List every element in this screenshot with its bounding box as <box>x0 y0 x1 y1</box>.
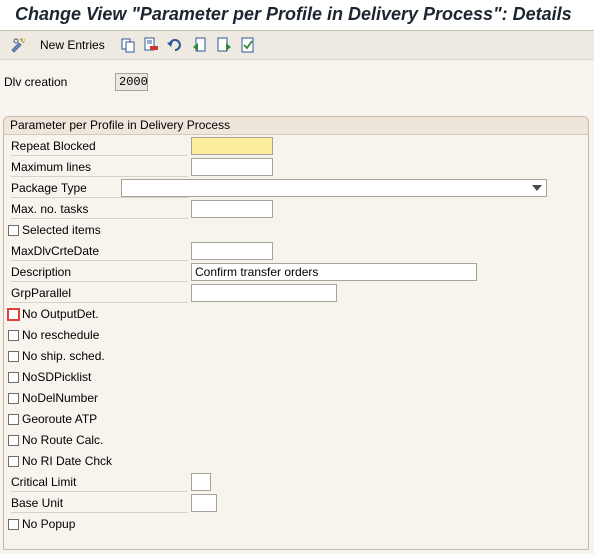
georoute-atp-checkbox-row[interactable]: Georoute ATP <box>8 411 97 427</box>
description-label: Description <box>11 264 188 282</box>
undo-button[interactable] <box>167 37 183 53</box>
select-all-button[interactable] <box>240 37 256 53</box>
base-unit-label: Base Unit <box>11 495 188 513</box>
no-ri-date-chck-label: No RI Date Chck <box>22 454 113 468</box>
no-route-calc-checkbox-row[interactable]: No Route Calc. <box>8 432 103 448</box>
no-popup-checkbox-row[interactable]: No Popup <box>8 516 75 532</box>
selected-items-label: Selected items <box>22 223 101 237</box>
selected-items-checkbox-row[interactable]: Selected items <box>8 222 101 238</box>
no-reschedule-label: No reschedule <box>22 328 100 342</box>
group-title: Parameter per Profile in Delivery Proces… <box>4 117 588 135</box>
selected-items-checkbox[interactable] <box>8 224 19 236</box>
maximum-lines-field[interactable] <box>191 158 273 176</box>
maxdlvcrtedate-field[interactable] <box>191 242 273 260</box>
repeat-blocked-field[interactable] <box>191 137 273 155</box>
no-ri-date-chck-checkbox[interactable] <box>8 455 19 467</box>
base-unit-field[interactable] <box>191 494 217 512</box>
no-route-calc-checkbox[interactable] <box>8 434 19 446</box>
no-route-calc-label: No Route Calc. <box>22 433 104 447</box>
delete-button[interactable] <box>143 37 159 53</box>
repeat-blocked-label: Repeat Blocked <box>11 138 188 156</box>
chevron-down-icon <box>532 185 542 191</box>
grpparallel-field[interactable] <box>191 284 337 302</box>
maximum-lines-label: Maximum lines <box>11 159 188 177</box>
delete-icon <box>143 37 159 53</box>
nosdpicklist-label: NoSDPicklist <box>22 370 92 384</box>
maxdlvcrtedate-label: MaxDlvCrteDate <box>11 243 188 261</box>
no-popup-checkbox[interactable] <box>8 518 19 530</box>
title-bar: Change View "Parameter per Profile in De… <box>0 0 594 31</box>
nodelnumber-label: NoDelNumber <box>22 391 99 405</box>
next-entry-button[interactable] <box>216 37 232 53</box>
page-title: Change View "Parameter per Profile in De… <box>15 4 572 24</box>
no-ship-sched-checkbox-row[interactable]: No ship. sched. <box>8 348 105 364</box>
new-entries-button[interactable]: New Entries <box>40 37 105 53</box>
no-reschedule-checkbox-row[interactable]: No reschedule <box>8 327 99 343</box>
copy-button[interactable] <box>120 37 136 53</box>
nosdpicklist-checkbox[interactable] <box>8 371 19 383</box>
critical-limit-field[interactable] <box>191 473 211 491</box>
no-reschedule-checkbox[interactable] <box>8 329 19 341</box>
select-all-icon <box>240 37 256 53</box>
no-popup-label: No Popup <box>22 517 76 531</box>
display-change-button[interactable] <box>10 37 26 53</box>
display-change-icon <box>10 37 26 53</box>
no-outputdet-label: No OutputDet. <box>22 307 99 321</box>
description-field[interactable]: Confirm transfer orders <box>191 263 477 281</box>
copy-icon <box>120 37 136 53</box>
georoute-atp-label: Georoute ATP <box>22 412 98 426</box>
grpparallel-label: GrpParallel <box>11 285 188 303</box>
new-entries-label: New Entries <box>40 38 105 52</box>
previous-entry-button[interactable] <box>192 37 208 53</box>
dlv-creation-field: 2000 <box>115 73 148 91</box>
undo-icon <box>167 37 183 53</box>
package-type-dropdown[interactable] <box>121 179 547 197</box>
no-outputdet-checkbox-row[interactable]: No OutputDet. <box>7 306 99 322</box>
dlv-creation-label: Dlv creation <box>4 75 68 89</box>
application-toolbar: New Entries <box>0 31 594 60</box>
next-entry-icon <box>216 37 232 53</box>
no-ship-sched-checkbox[interactable] <box>8 350 19 362</box>
georoute-atp-checkbox[interactable] <box>8 413 19 425</box>
no-ship-sched-label: No ship. sched. <box>22 349 105 363</box>
nodelnumber-checkbox[interactable] <box>8 392 19 404</box>
nosdpicklist-checkbox-row[interactable]: NoSDPicklist <box>8 369 91 385</box>
max-no-tasks-label: Max. no. tasks <box>11 201 188 219</box>
critical-limit-label: Critical Limit <box>11 474 188 492</box>
no-ri-date-chck-checkbox-row[interactable]: No RI Date Chck <box>8 453 112 469</box>
nodelnumber-checkbox-row[interactable]: NoDelNumber <box>8 390 98 406</box>
max-no-tasks-field[interactable] <box>191 200 273 218</box>
no-outputdet-checkbox[interactable] <box>7 307 20 321</box>
previous-entry-icon <box>192 37 208 53</box>
